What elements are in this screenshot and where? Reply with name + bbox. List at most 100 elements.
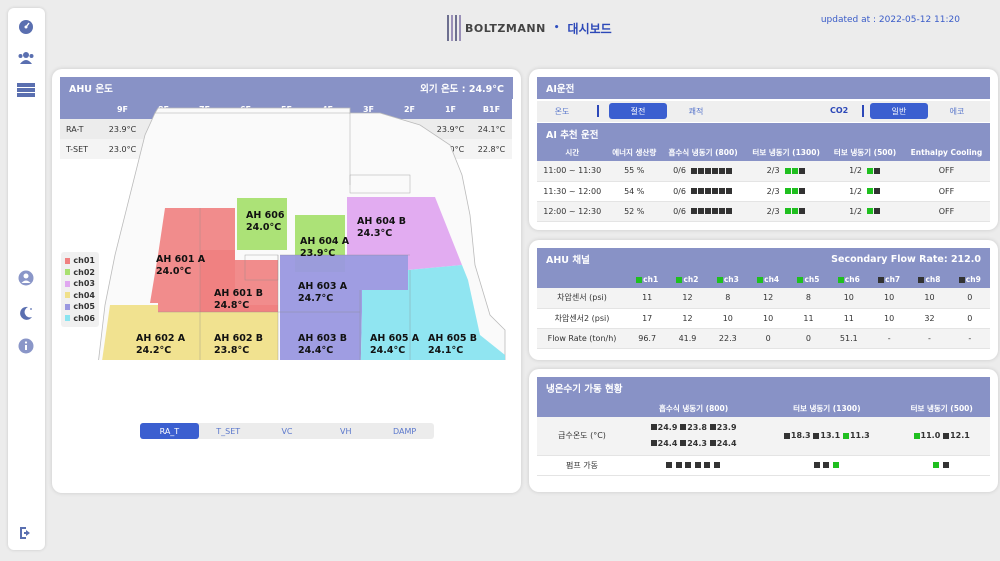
channel-header[interactable]: ch6 [828, 270, 869, 288]
supply-temp-label: 급수온도 (°C) [537, 417, 627, 456]
turbo500-pumps [893, 455, 990, 476]
ahu-channel-title: AHU 채널 [546, 255, 590, 266]
channel-label: ch4 [764, 274, 780, 284]
mode-tab[interactable]: 절전 [609, 103, 667, 119]
ai-mode-bar: 온도 절전 쾌적 CO2 일반 에코 [537, 101, 990, 122]
channel-header[interactable]: ch1 [627, 270, 668, 288]
legend-swatch [65, 280, 71, 287]
channel-header[interactable]: ch2 [667, 270, 708, 288]
chiller-temp: 23.8 [687, 422, 707, 432]
ai-row: 11:00 ~ 11:30 55 % 0/6 2/3 1/2 OFF [537, 161, 990, 182]
ai-turbo500: 1/2 [827, 181, 903, 202]
floorplan-tab[interactable]: DAMP [375, 423, 434, 439]
legend-swatch [65, 257, 71, 264]
channel-header[interactable]: ch9 [949, 270, 990, 288]
zone-ah606[interactable]: AH 606 24.0°C [246, 210, 284, 234]
channel-row: Flow Rate (ton/h) 96.7 41.9 22.3 0 0 51.1- - - [537, 328, 990, 349]
channel-cell: 8 [707, 288, 748, 309]
ai-turbo1300: 2/3 [745, 161, 828, 182]
ai-col-header: 터보 냉동기 (1300) [745, 143, 828, 161]
ai-sub-title: AI 추천 운전 [537, 123, 990, 143]
zone-ah601a[interactable]: AH 601 A 24.0°C [156, 254, 205, 278]
info-icon[interactable] [16, 336, 36, 356]
channel-cell: 10 [868, 288, 910, 309]
zone-ah602a[interactable]: AH 602 A 24.2°C [136, 333, 185, 357]
ai-turbo500-count: 1/2 [849, 186, 862, 196]
users-icon[interactable] [16, 48, 36, 68]
zone-ah604b[interactable]: AH 604 B 24.3°C [357, 216, 406, 240]
ai-table: 시간 에너지 생산량 흡수식 냉동기 (800) 터보 냉동기 (1300) 터보 냉동… [537, 143, 990, 222]
ai-turbo1300-count: 2/3 [766, 206, 780, 216]
logo-text: BOLTZMANN [465, 21, 546, 35]
user-icon[interactable] [16, 268, 36, 288]
ai-turbo1300: 2/3 [745, 201, 828, 222]
mode-tab[interactable]: 온도 [551, 103, 573, 119]
floorplan-tab[interactable]: VH [316, 423, 375, 439]
right-tab[interactable]: 에코 [928, 103, 986, 119]
legend-item: ch02 [65, 267, 95, 279]
zone-ah603a[interactable]: AH 603 A 24.7°C [298, 281, 347, 305]
zone-ah605a[interactable]: AH 605 A 24.4°C [370, 333, 419, 357]
chiller-panel: 냉온수기 가동 현황 흡수식 냉동기 (800) 터보 냉동기 (1300) 터… [529, 369, 998, 492]
channel-cell: 22.3 [707, 328, 748, 349]
channel-header[interactable]: ch5 [788, 270, 829, 288]
channel-header[interactable]: ch7 [868, 270, 910, 288]
floorplan-tab[interactable]: VC [258, 423, 317, 439]
right-tab[interactable]: 일반 [870, 103, 928, 119]
channel-status-icon [837, 276, 844, 283]
turbo500-temps: 11.0 12.1 [893, 417, 990, 456]
abs-pumps [627, 455, 761, 476]
zone-ah602b[interactable]: AH 602 B 23.8°C [214, 333, 263, 357]
zone-ah601b[interactable]: AH 601 B 24.8°C [214, 288, 263, 312]
ai-enthalpy: OFF [902, 201, 990, 222]
floorplan-tab-bar: RA_T T_SET VC VH DAMP [140, 423, 434, 439]
channel-header[interactable]: ch8 [909, 270, 950, 288]
ai-abs-count: 0/6 [673, 166, 686, 176]
floorplan-tab[interactable]: RA_T [140, 423, 199, 439]
legend-label: ch04 [73, 290, 95, 300]
legend-label: ch01 [73, 256, 95, 266]
ai-abs-count: 0/6 [673, 186, 686, 196]
channel-cell: 11 [828, 308, 869, 329]
chiller-col-empty [537, 399, 627, 417]
zone-ah603b[interactable]: AH 603 B 24.4°C [298, 333, 347, 357]
channel-label: ch7 [885, 274, 901, 284]
floorplan-tab[interactable]: T_SET [199, 423, 258, 439]
moon-icon[interactable] [16, 303, 36, 323]
channel-cell: 0 [788, 328, 829, 349]
chiller-temp: 24.3 [687, 438, 707, 448]
server-icon[interactable] [16, 80, 36, 100]
ahu-channel-header: AHU 채널 Secondary Flow Rate: 212.0 [537, 248, 990, 270]
channel-cell: 96.7 [627, 328, 668, 349]
channel-legend: ch01 ch02 ch03 ch04 ch05 ch06 [61, 252, 99, 327]
page-title: 대시보드 [567, 21, 612, 36]
dashboard-icon[interactable] [16, 16, 36, 36]
zone-ah605b[interactable]: AH 605 B 24.1°C [428, 333, 477, 357]
ahu-temp-header: AHU 온도 외기 온도 : 24.9°C [60, 77, 513, 99]
logout-icon[interactable] [16, 523, 36, 543]
mode-tabs: 온도 절전 쾌적 [551, 103, 725, 119]
ai-abs: 0/6 [661, 201, 746, 222]
ai-abs-count: 0/6 [673, 206, 686, 216]
chiller-temp: 12.1 [950, 431, 970, 441]
ai-panel: AI운전 온도 절전 쾌적 CO2 일반 에코 AI 추천 운전 시간 에너지 생산량 흡… [529, 69, 998, 230]
mode-divider-2 [862, 105, 864, 117]
ai-turbo1300-count: 2/3 [766, 186, 780, 196]
mode-tab[interactable]: 쾌적 [667, 103, 725, 119]
zone-ah604a[interactable]: AH 604 A 23.9°C [300, 236, 349, 260]
legend-item: ch04 [65, 290, 95, 302]
legend-label: ch06 [73, 313, 95, 323]
turbo1300-temps: 18.3 13.1 11.3 [760, 417, 894, 456]
ai-enthalpy: OFF [902, 161, 990, 182]
channel-header[interactable]: ch3 [707, 270, 748, 288]
channel-label: ch6 [844, 274, 860, 284]
channel-cell: 10 [747, 308, 789, 329]
channel-cell: 0 [747, 328, 789, 349]
channel-header[interactable]: ch4 [747, 270, 789, 288]
co2-label[interactable]: CO2 [830, 106, 848, 115]
logo: BOLTZMANN • 대시보드 [447, 15, 612, 41]
channel-status-icon [716, 276, 723, 283]
pump-label: 펌프 가동 [537, 455, 627, 476]
title-separator: • [553, 23, 560, 33]
ai-col-header: 에너지 생산량 [607, 143, 661, 161]
